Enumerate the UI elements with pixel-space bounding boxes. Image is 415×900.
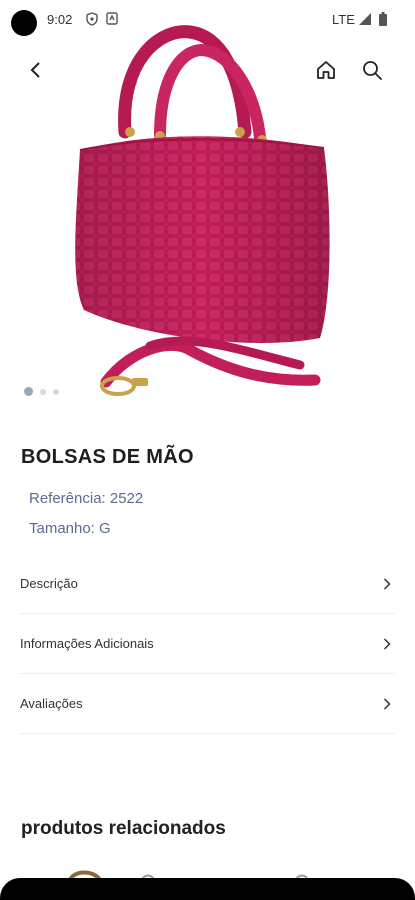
product-title: BOLSAS DE MÃO: [21, 446, 194, 468]
section-reviews[interactable]: Avaliações: [20, 674, 395, 734]
signal-icon: [358, 12, 372, 31]
chevron-right-icon: [379, 636, 395, 652]
carousel-dot[interactable]: [53, 388, 59, 395]
chevron-right-icon: [379, 696, 395, 712]
battery-icon: [379, 12, 387, 31]
section-label: Avaliações: [20, 696, 83, 711]
section-label: Informações Adicionais: [20, 636, 154, 651]
product-details-sections: Descrição Informações Adicionais Avaliaç…: [20, 554, 395, 734]
section-additional-info[interactable]: Informações Adicionais: [20, 614, 395, 674]
section-description[interactable]: Descrição: [20, 554, 395, 614]
carousel-dot[interactable]: [40, 388, 46, 395]
related-products-title: produtos relacionados: [21, 818, 226, 839]
image-carousel-indicator: [24, 387, 59, 396]
chevron-right-icon: [379, 576, 395, 592]
product-reference: Referência: 2522: [29, 490, 144, 507]
product-size: Tamanho: G: [29, 520, 111, 537]
section-label: Descrição: [20, 576, 78, 591]
home-icon[interactable]: [312, 56, 340, 84]
back-arrow-icon[interactable]: [22, 56, 50, 84]
camera-cutout: [11, 10, 37, 36]
system-navigation-bar: [0, 878, 415, 900]
search-icon[interactable]: [358, 56, 386, 84]
top-nav: [0, 48, 415, 92]
carousel-dot-active[interactable]: [24, 387, 33, 396]
